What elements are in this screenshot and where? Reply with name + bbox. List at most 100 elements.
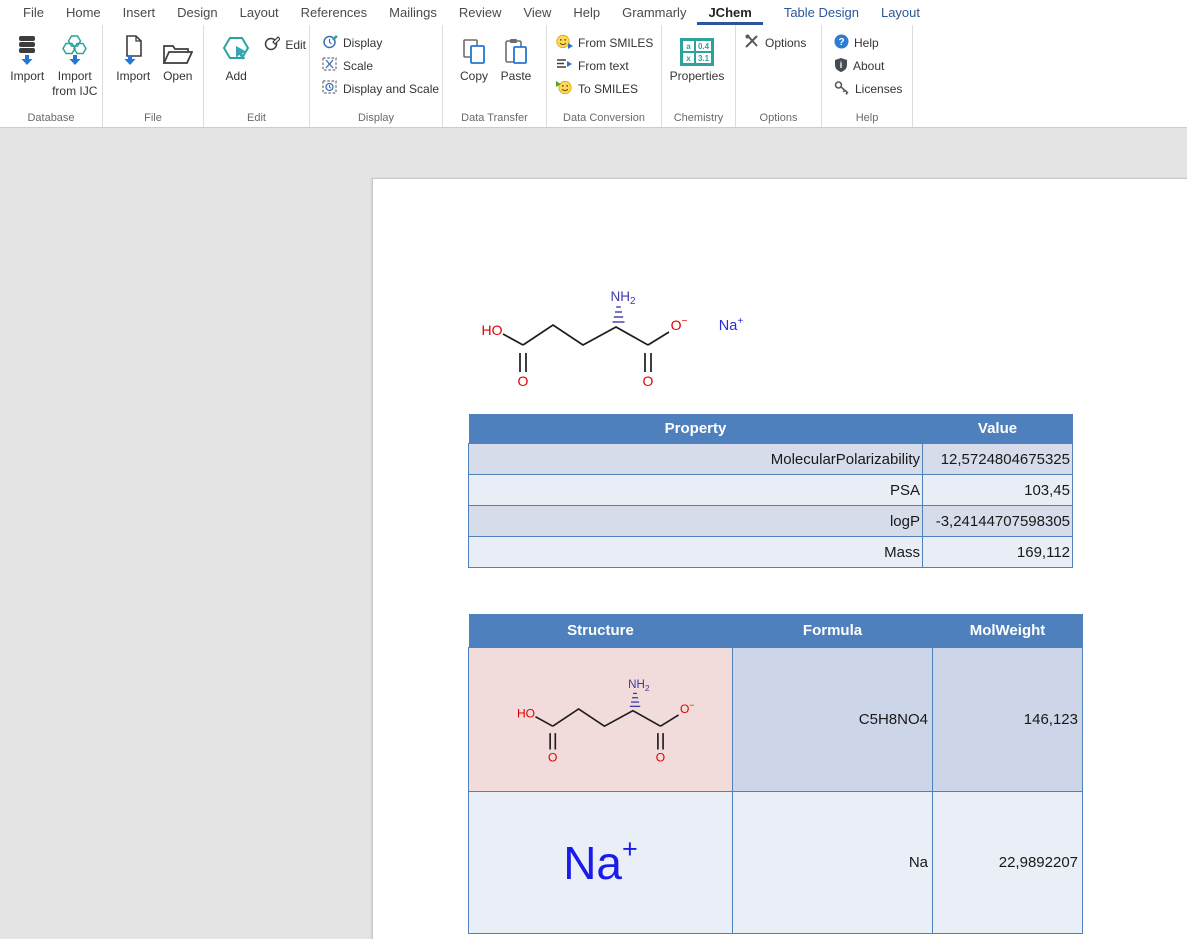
tab-jchem[interactable]: JChem — [697, 0, 762, 25]
button-label: Edit — [285, 38, 306, 52]
display-and-scale-icon — [322, 79, 338, 98]
column-header-structure[interactable]: Structure — [469, 614, 733, 648]
column-header-formula[interactable]: Formula — [733, 614, 933, 648]
ribbon-group-file: Import Open File — [103, 25, 204, 127]
file-import-icon — [122, 32, 144, 66]
properties-grid-icon: a 0.4 x 3.1 — [680, 32, 714, 66]
document-page[interactable]: HO O O O− NH2 Na+ Property Value Molecul… — [372, 178, 1187, 939]
paste-button[interactable]: Paste — [495, 30, 537, 84]
group-label-file: File — [103, 112, 203, 124]
tab-references[interactable]: References — [290, 0, 378, 25]
column-header-property[interactable]: Property — [469, 414, 923, 444]
import-file-button[interactable]: Import — [111, 30, 156, 84]
property-value-cell[interactable]: 12,5724804675325 — [923, 444, 1073, 475]
from-text-button[interactable]: From text — [556, 57, 653, 74]
from-smiles-button[interactable]: From SMILES — [556, 34, 653, 51]
button-label: Copy — [460, 69, 488, 84]
group-label-display: Display — [310, 112, 442, 124]
atom-label-o: O — [643, 373, 654, 389]
svg-text:i: i — [840, 60, 843, 70]
help-icon: ? — [834, 34, 849, 52]
group-label-options: Options — [736, 112, 821, 124]
button-label: About — [853, 59, 884, 73]
tab-help[interactable]: Help — [562, 0, 611, 25]
tab-mailings[interactable]: Mailings — [378, 0, 448, 25]
property-value-cell[interactable]: -3,24144707598305 — [923, 506, 1073, 537]
button-label: To SMILES — [578, 82, 638, 96]
to-smiles-button[interactable]: To SMILES — [556, 80, 653, 97]
options-button[interactable]: Options — [744, 34, 806, 51]
smiley-green-arrow-icon — [556, 80, 573, 98]
copy-button[interactable]: Copy — [453, 30, 495, 84]
property-name-cell[interactable]: MolecularPolarizability — [469, 444, 923, 475]
text-lines-arrow-icon — [556, 57, 573, 74]
add-button[interactable]: Add — [214, 30, 258, 84]
molweight-cell[interactable]: 146,123 — [933, 648, 1083, 792]
button-label: Display and Scale — [343, 82, 439, 96]
tab-home[interactable]: Home — [55, 0, 112, 25]
molweight-cell[interactable]: 22,9892207 — [933, 792, 1083, 934]
scale-button[interactable]: Scale — [322, 57, 439, 74]
button-label: Open — [163, 69, 192, 84]
property-name-cell[interactable]: Mass — [469, 537, 923, 568]
document-canvas: HO O O O− NH2 Na+ Property Value Molecul… — [0, 128, 1187, 938]
tab-design[interactable]: Design — [166, 0, 228, 25]
tab-review[interactable]: Review — [448, 0, 513, 25]
table-row: Na+ Na 22,9892207 — [469, 792, 1083, 934]
ribbon-group-options: Options Options — [736, 25, 822, 127]
display-button[interactable]: Display — [322, 34, 439, 51]
button-label: Help — [854, 36, 879, 50]
table-header-row: Property Value — [469, 414, 1073, 444]
import-from-ijc-button[interactable]: Import from IJC — [51, 30, 99, 99]
tab-layout-contextual[interactable]: Layout — [870, 0, 931, 25]
property-name-cell[interactable]: PSA — [469, 475, 923, 506]
tab-view[interactable]: View — [512, 0, 562, 25]
licenses-button[interactable]: Licenses — [834, 80, 902, 97]
ribbon-groups: Import Import from IJC — [0, 25, 1187, 127]
info-shield-icon: i — [834, 57, 848, 75]
propgrid-cell: a — [682, 40, 695, 52]
tab-grammarly[interactable]: Grammarly — [611, 0, 697, 25]
button-label: From text — [578, 59, 629, 73]
button-label: Display — [343, 36, 382, 50]
atom-label-o-minus: O− — [680, 700, 694, 716]
edit-button[interactable]: Edit — [264, 36, 306, 53]
properties-button[interactable]: a 0.4 x 3.1 Properties — [665, 30, 729, 84]
column-header-molweight[interactable]: MolWeight — [933, 614, 1083, 648]
table-row: logP -3,24144707598305 — [469, 506, 1073, 537]
property-value-cell[interactable]: 169,112 — [923, 537, 1073, 568]
formula-cell[interactable]: Na — [733, 792, 933, 934]
ribbon: File Home Insert Design Layout Reference… — [0, 0, 1187, 128]
structure-cell-sodium[interactable]: Na+ — [469, 792, 733, 934]
help-button[interactable]: ? Help — [834, 34, 902, 51]
group-label-edit: Edit — [204, 112, 309, 124]
svg-text:?: ? — [838, 37, 844, 48]
column-header-value[interactable]: Value — [923, 414, 1073, 444]
structure-cell-glutamate[interactable]: HO O O O− NH2 — [469, 648, 733, 792]
atom-label-ho: HO — [516, 706, 534, 720]
display-icon — [322, 33, 338, 52]
formula-cell[interactable]: C5H8NO4 — [733, 648, 933, 792]
button-label: Properties — [670, 69, 725, 84]
open-button[interactable]: Open — [156, 30, 201, 84]
tab-layout[interactable]: Layout — [229, 0, 290, 25]
tab-file[interactable]: File — [12, 0, 55, 25]
atom-label-nh2: NH2 — [610, 289, 636, 307]
import-database-button[interactable]: Import — [4, 30, 51, 84]
table-header-row: Structure Formula MolWeight — [469, 614, 1083, 648]
property-value-cell[interactable]: 103,45 — [923, 475, 1073, 506]
property-name-cell[interactable]: logP — [469, 506, 923, 537]
button-label: Options — [765, 36, 806, 50]
atom-label-o: O — [548, 750, 557, 764]
button-label: Licenses — [855, 82, 902, 96]
molecule-drawing[interactable]: HO O O O− NH2 Na+ — [463, 273, 763, 398]
tab-table-design[interactable]: Table Design — [773, 0, 870, 25]
about-button[interactable]: i About — [834, 57, 902, 74]
ribbon-group-edit: Add Edit Edit — [204, 25, 310, 127]
ribbon-group-chemistry: a 0.4 x 3.1 Properties Chemistry — [662, 25, 736, 127]
table-row: Mass 169,112 — [469, 537, 1073, 568]
display-and-scale-button[interactable]: Display and Scale — [322, 80, 439, 97]
ribbon-group-data-conversion: From SMILES From text — [547, 25, 662, 127]
group-label-chemistry: Chemistry — [662, 112, 735, 124]
tab-insert[interactable]: Insert — [112, 0, 167, 25]
